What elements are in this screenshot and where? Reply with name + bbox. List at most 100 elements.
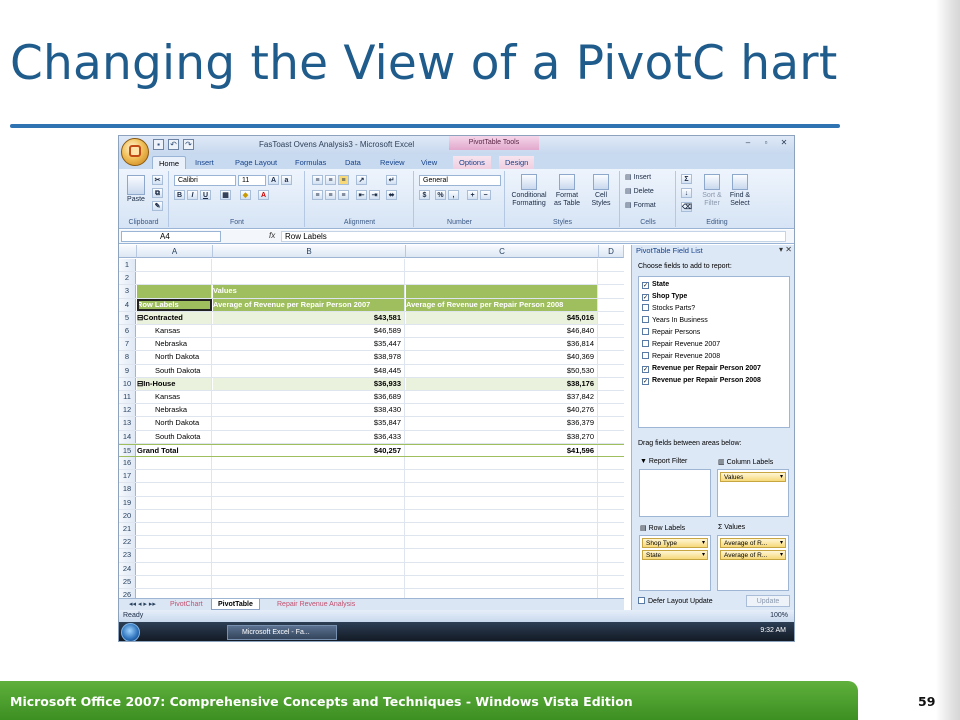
cell-styles-button[interactable]: Cell Styles (586, 174, 616, 208)
cell-c[interactable]: $41,596 (406, 444, 598, 456)
cut-icon[interactable]: ✂ (152, 175, 163, 185)
cell-b[interactable]: $36,689 (213, 391, 405, 404)
zoom-level[interactable]: 100% (770, 610, 788, 622)
insert-cells-button[interactable]: ▤ Insert (625, 174, 651, 182)
cell-c[interactable]: $40,276 (406, 404, 598, 417)
field-item[interactable]: Repair Revenue 2008 (639, 351, 789, 363)
copy-icon[interactable]: ⧉ (152, 188, 163, 198)
cell-c[interactable]: Average of Revenue per Repair Person 200… (406, 298, 598, 311)
save-icon[interactable]: ▪ (153, 139, 164, 150)
cell-d[interactable] (599, 445, 624, 456)
cell-d[interactable] (599, 589, 624, 598)
decrease-decimal-icon[interactable]: − (480, 190, 491, 200)
delete-cells-button[interactable]: ▤ Delete (625, 188, 654, 196)
cell-c[interactable] (406, 562, 598, 575)
cell-c[interactable]: $40,369 (406, 351, 598, 364)
increase-indent-icon[interactable]: ⇥ (369, 190, 380, 200)
field-item[interactable]: ✓ Revenue per Repair Person 2008 (639, 375, 789, 387)
cell-b[interactable]: $43,581 (213, 311, 405, 324)
cell-c[interactable] (406, 523, 598, 536)
field-item[interactable]: ✓ Revenue per Repair Person 2007 (639, 363, 789, 375)
find-select-button[interactable]: Find & Select (727, 174, 753, 208)
cell-d[interactable] (599, 285, 624, 297)
cell-b[interactable]: $35,847 (213, 417, 405, 430)
row-header[interactable]: 24 (119, 562, 136, 575)
cell-a[interactable]: Kansas (137, 391, 212, 404)
minimize-icon[interactable]: – (740, 137, 756, 149)
row-header[interactable]: 17 (119, 470, 136, 483)
row-header[interactable]: 26 (119, 589, 136, 598)
restore-icon[interactable]: ▫ (758, 137, 774, 149)
cell-d[interactable] (599, 404, 624, 416)
cell-b[interactable]: $38,978 (213, 351, 405, 364)
align-bottom-icon[interactable]: ≡ (338, 175, 349, 185)
tab-design[interactable]: Design (499, 156, 535, 169)
value-field-chip[interactable]: Average of R... (720, 538, 786, 548)
cell-d[interactable] (599, 325, 624, 337)
cell-c[interactable]: $38,176 (406, 377, 598, 390)
grow-font-icon[interactable]: A (268, 175, 279, 185)
cell-a[interactable]: ⊟In-House (137, 377, 212, 390)
undo-icon[interactable]: ↶ (168, 139, 179, 150)
format-as-table-button[interactable]: Format as Table (552, 174, 582, 208)
cell-d[interactable] (599, 470, 624, 482)
cell-b[interactable] (213, 259, 405, 272)
italic-icon[interactable]: I (187, 190, 198, 200)
value-field-chip[interactable]: Average of R... (720, 550, 786, 560)
cell-a[interactable]: Row Labels (137, 298, 212, 311)
cell-b[interactable]: $46,589 (213, 325, 405, 338)
cell-d[interactable] (599, 549, 624, 561)
name-box[interactable]: A4 (121, 231, 221, 242)
cell-c[interactable] (406, 483, 598, 496)
tab-data[interactable]: Data (339, 156, 367, 169)
office-button[interactable] (121, 138, 149, 166)
align-middle-icon[interactable]: ≡ (325, 175, 336, 185)
decrease-indent-icon[interactable]: ⇤ (356, 190, 367, 200)
row-header[interactable]: 9 (119, 364, 136, 377)
sheet-tab-repair-revenue[interactable]: Repair Revenue Analysis (271, 599, 361, 610)
cell-b[interactable]: $40,257 (213, 444, 405, 456)
cell-b[interactable] (213, 496, 405, 509)
column-header[interactable]: C (406, 245, 599, 258)
taskbar-excel-item[interactable]: Microsoft Excel - Fa... (227, 625, 337, 640)
cell-c[interactable] (406, 536, 598, 549)
cell-a[interactable] (137, 457, 212, 470)
cell-b[interactable]: $35,447 (213, 338, 405, 351)
cell-d[interactable] (599, 417, 624, 429)
cell-b[interactable] (213, 470, 405, 483)
cell-d[interactable] (599, 299, 624, 311)
format-painter-icon[interactable]: ✎ (152, 201, 163, 211)
bold-icon[interactable]: B (174, 190, 185, 200)
cell-a[interactable] (137, 536, 212, 549)
cell-a[interactable] (137, 483, 212, 496)
tab-insert[interactable]: Insert (189, 156, 220, 169)
cell-d[interactable] (599, 351, 624, 363)
column-header[interactable]: B (213, 245, 406, 258)
orientation-icon[interactable]: ↗ (356, 175, 367, 185)
cell-c[interactable]: $50,530 (406, 364, 598, 377)
cell-b[interactable]: $48,445 (213, 364, 405, 377)
cell-c[interactable]: $36,379 (406, 417, 598, 430)
align-top-icon[interactable]: ≡ (312, 175, 323, 185)
column-header[interactable]: D (599, 245, 624, 258)
cell-c[interactable] (406, 272, 598, 285)
values-area[interactable]: Average of R... Average of R... (717, 535, 789, 591)
conditional-formatting-button[interactable]: Conditional Formatting (508, 174, 550, 208)
cell-d[interactable] (599, 563, 624, 575)
cell-d[interactable] (599, 457, 624, 469)
row-header[interactable]: 1 (119, 259, 136, 272)
cell-b[interactable]: $36,933 (213, 377, 405, 390)
field-checkbox[interactable]: ✓ (642, 282, 649, 289)
tab-page-layout[interactable]: Page Layout (229, 156, 283, 169)
cell-b[interactable] (213, 589, 405, 598)
row-header[interactable]: 12 (119, 404, 136, 417)
start-button[interactable] (121, 623, 140, 641)
cell-c[interactable] (406, 589, 598, 598)
tab-home[interactable]: Home (152, 156, 187, 169)
row-labels-area[interactable]: Shop Type State (639, 535, 711, 591)
cell-a[interactable] (137, 470, 212, 483)
field-checkbox[interactable]: ✓ (642, 294, 649, 301)
cell-b[interactable] (213, 509, 405, 522)
tab-review[interactable]: Review (374, 156, 411, 169)
cell-c[interactable] (406, 496, 598, 509)
